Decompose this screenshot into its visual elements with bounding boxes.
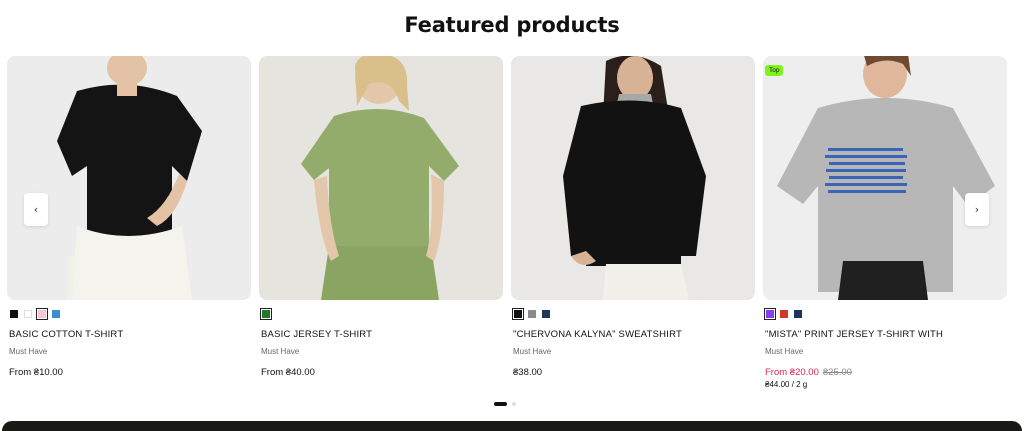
color-swatch[interactable]: [24, 310, 32, 318]
product-image[interactable]: [259, 56, 503, 300]
product-name[interactable]: "MISTA" PRINT JERSEY T-SHIRT WITH: [763, 329, 1007, 340]
product-price: ₴38.00: [513, 367, 543, 378]
color-swatches: [763, 308, 1007, 320]
product-name[interactable]: "CHERVONA KALYNA" SWEATSHIRT: [511, 329, 755, 340]
color-swatches: [511, 308, 755, 320]
product-vendor: Must Have: [9, 347, 48, 356]
color-swatch[interactable]: [764, 308, 776, 320]
pagination-dot[interactable]: [512, 402, 516, 406]
chevron-right-icon: ›: [974, 203, 980, 216]
product-image[interactable]: Top: [763, 56, 1007, 300]
product-badge: Top: [765, 65, 784, 76]
color-swatch[interactable]: [36, 308, 48, 320]
sale-price: From ₴20.00: [765, 367, 819, 378]
product-vendor: Must Have: [261, 347, 300, 356]
pagination-dot[interactable]: [494, 402, 507, 406]
color-swatches: [259, 308, 503, 320]
prev-arrow-button[interactable]: ‹: [24, 193, 48, 226]
product-name[interactable]: BASIC JERSEY T-SHIRT: [259, 329, 503, 340]
product-image[interactable]: [511, 56, 755, 300]
color-swatch[interactable]: [794, 310, 802, 318]
color-swatches: [7, 308, 251, 320]
product-price: From ₴10.00: [9, 367, 63, 378]
color-swatch[interactable]: [512, 308, 524, 320]
section-title: Featured products: [404, 13, 620, 37]
color-swatch[interactable]: [542, 310, 550, 318]
product-price: From ₴40.00: [261, 367, 315, 378]
compare-price: ₴25.00: [822, 367, 852, 378]
color-swatch[interactable]: [528, 310, 536, 318]
unit-price: ₴44.00 / 2 g: [765, 380, 808, 389]
next-arrow-button[interactable]: ›: [965, 193, 989, 226]
color-swatch[interactable]: [260, 308, 272, 320]
color-swatch[interactable]: [780, 310, 788, 318]
product-card-2[interactable]: BASIC JERSEY T-SHIRT Must Have From ₴40.…: [259, 56, 503, 378]
product-vendor: Must Have: [765, 347, 804, 356]
product-vendor: Must Have: [513, 347, 552, 356]
chevron-left-icon: ‹: [33, 203, 39, 216]
carousel-pagination: [494, 402, 516, 406]
product-name[interactable]: BASIC COTTON T-SHIRT: [7, 329, 251, 340]
product-card-3[interactable]: "CHERVONA KALYNA" SWEATSHIRT Must Have ₴…: [511, 56, 755, 378]
color-swatch[interactable]: [52, 310, 60, 318]
product-price: From ₴20.00 ₴25.00: [763, 367, 1007, 378]
footer-bar: [2, 421, 1022, 431]
product-image[interactable]: [7, 56, 251, 300]
color-swatch[interactable]: [10, 310, 18, 318]
